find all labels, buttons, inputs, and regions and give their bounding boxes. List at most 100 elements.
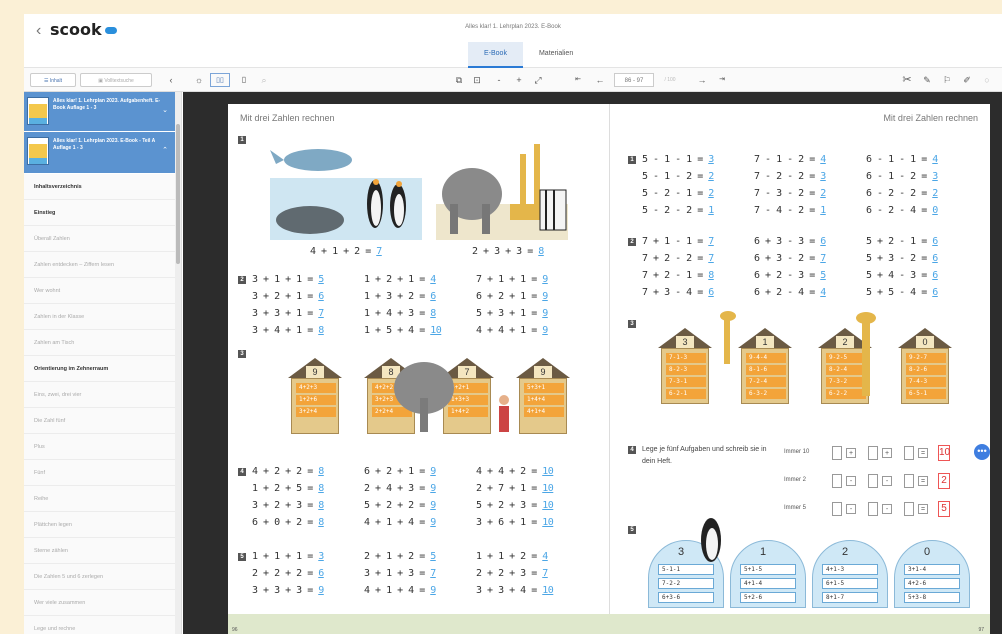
toc-item[interactable]: Zahlen in der Klasse <box>24 304 176 330</box>
collapse-sidebar-button[interactable]: ‹ <box>166 73 176 87</box>
tab-ebook[interactable]: E-Book <box>468 42 523 68</box>
equation-terms: 6 - 2 - 4 = <box>866 205 933 216</box>
more-tools-icon[interactable]: ○ <box>980 73 994 87</box>
gallery-icon[interactable]: ⧉ <box>452 73 466 87</box>
search-icon[interactable]: ⌕ <box>258 73 270 87</box>
page-range-input[interactable]: 86 - 97 <box>614 73 654 87</box>
toc-item[interactable]: Zahlen am Tisch <box>24 330 176 356</box>
toc-item[interactable]: Reihe <box>24 486 176 512</box>
number-input-box[interactable] <box>832 474 842 488</box>
toc-item[interactable]: Die Zahlen 5 und 6 zerlegen <box>24 564 176 590</box>
equation-terms: 3 + 4 + 1 = <box>252 325 319 336</box>
number-input-box[interactable] <box>868 502 878 516</box>
app-window: ‹ scook Alles klar! 1. Lehrplan 2023. E-… <box>24 14 1002 634</box>
zoom-in-button[interactable]: + <box>514 73 524 87</box>
number-input-box[interactable] <box>904 502 914 516</box>
iglu-number: 3 <box>678 546 685 558</box>
inhalt-button[interactable]: ☰ Inhalt <box>30 73 76 87</box>
elephant-illustration <box>394 362 454 432</box>
penguins-illustration <box>270 149 422 240</box>
toc-item[interactable]: Eins, zwei, drei vier <box>24 382 176 408</box>
number-input-box[interactable] <box>868 474 878 488</box>
number-input-box[interactable] <box>904 446 914 460</box>
pen-icon[interactable]: ✐ <box>960 73 974 87</box>
equation: 3 + 4 + 1 = 8 <box>252 325 324 336</box>
toc-item[interactable]: Plättchen legen <box>24 512 176 538</box>
equation: 6 - 1 - 1 = 4 <box>866 154 938 165</box>
number-house-card: 0 9-2-7 8-2-6 7-4-3 6-5-1 <box>898 328 952 404</box>
equation: 3 + 3 + 3 = 9 <box>252 585 324 596</box>
equation: 2 + 7 + 1 = 10 <box>476 483 554 494</box>
house-equation: 7-2-4 <box>746 377 786 387</box>
operator-box: = <box>918 504 928 514</box>
expand-icon[interactable]: ⤢ <box>532 73 544 87</box>
equation-terms: 7 + 2 - 2 = <box>642 253 709 264</box>
chevron-down-icon[interactable]: ⌄ <box>162 106 168 114</box>
more-options-button[interactable]: ••• <box>974 444 990 460</box>
next-page-icon[interactable]: → <box>696 73 708 87</box>
iglu-equation: 3+1-4 <box>904 564 960 575</box>
equation: 5 + 2 + 3 = 10 <box>476 500 554 511</box>
equation: 2 + 2 + 3 = 7 <box>476 568 548 579</box>
house-equation: 7-1-3 <box>666 353 706 363</box>
fit-icon[interactable]: ⊡ <box>470 73 484 87</box>
equation-answer: 3 <box>708 154 714 165</box>
toc-item[interactable]: Plus <box>24 434 176 460</box>
equation-answer: 8 <box>318 466 324 477</box>
toc-item[interactable]: Wer wohnt <box>24 278 176 304</box>
chevron-up-icon[interactable]: ⌃ <box>162 146 168 154</box>
page-number-right: 97 <box>978 627 984 633</box>
equation-answer: 8 <box>318 517 324 528</box>
number-input-box[interactable] <box>832 502 842 516</box>
double-page-spread[interactable]: Mit drei Zahlen rechnen Mit drei Zahlen … <box>228 104 990 634</box>
double-page-icon[interactable]: ▯▯ <box>210 73 230 87</box>
toc-item[interactable]: Sterne zählen <box>24 538 176 564</box>
toc-item[interactable]: Fünf <box>24 460 176 486</box>
toolbar: ☰ Inhalt ▣ Volltextsuche ‹ ☼ ▯▯ ▯ ⌕ ⧉ ⊡ … <box>24 68 1002 92</box>
equation-terms: 3 + 1 + 3 = <box>364 568 431 579</box>
equation-answer: 1 <box>708 205 714 216</box>
equation-terms: 4 + 1 + 4 = <box>364 585 431 596</box>
toc-item[interactable]: Die Zahl fünf <box>24 408 176 434</box>
book-entry-teil-a[interactable]: Alles klar! 1. Lehrplan 2023. E-Book - T… <box>24 132 176 174</box>
house-equation: 1+2+6 <box>296 395 336 405</box>
notes-icon[interactable]: ✎ <box>920 73 934 87</box>
idea-icon[interactable]: ☼ <box>192 73 206 87</box>
last-page-icon[interactable]: ⇥ <box>716 73 728 87</box>
equation: 7 - 4 - 2 = 1 <box>754 205 826 216</box>
page-divider <box>609 104 610 634</box>
equation-terms: 5 - 1 - 1 = <box>642 154 709 165</box>
tab-materialien[interactable]: Materialien <box>523 42 589 68</box>
zoom-out-button[interactable]: - <box>494 73 504 87</box>
toc-item[interactable]: Inhaltsverzeichnis <box>24 174 176 200</box>
equation-answer: 4 <box>820 287 826 298</box>
fulltext-search-button[interactable]: ▣ Volltextsuche <box>80 73 152 87</box>
toc-item[interactable]: Wer viele zusammen <box>24 590 176 616</box>
equation-answer: 9 <box>542 291 548 302</box>
single-page-icon[interactable]: ▯ <box>238 73 250 87</box>
toc-item[interactable]: Lege und rechne <box>24 616 176 634</box>
number-input-box[interactable] <box>868 446 878 460</box>
toc-item[interactable]: Einstieg <box>24 200 176 226</box>
number-input-box[interactable] <box>904 474 914 488</box>
task1-equation: 2 + 3 + 3 = 8 <box>472 246 544 257</box>
book-entry-aufgabenheft[interactable]: Alles klar! 1. Lehrplan 2023. Aufgabenhe… <box>24 92 176 132</box>
equation-terms: 5 + 3 - 2 = <box>866 253 933 264</box>
equation-answer: 4 <box>542 551 548 562</box>
toc-item[interactable]: Orientierung im Zehnerraum <box>24 356 176 382</box>
scrollbar-thumb[interactable] <box>176 124 180 264</box>
target-label: Immer 2 <box>784 477 807 483</box>
toc-item[interactable]: Zahlen entdecken – Ziffern lesen <box>24 252 176 278</box>
first-page-icon[interactable]: ⇤ <box>572 73 584 87</box>
equation-terms: 7 - 4 - 2 = <box>754 205 821 216</box>
equation: 5 - 2 - 2 = 1 <box>642 205 714 216</box>
number-input-box[interactable] <box>832 446 842 460</box>
tools-icon[interactable]: ✂ <box>900 73 914 87</box>
toc-item[interactable]: Überall Zahlen <box>24 226 176 252</box>
sidebar-scrollbar[interactable] <box>175 92 181 634</box>
page-total: / 100 <box>664 77 676 83</box>
iglu-equation: 5+3-8 <box>904 592 960 603</box>
equation: 7 - 2 - 2 = 3 <box>754 171 826 182</box>
prev-page-icon[interactable]: ← <box>594 73 606 87</box>
bookmark-icon[interactable]: ⚐ <box>940 73 954 87</box>
